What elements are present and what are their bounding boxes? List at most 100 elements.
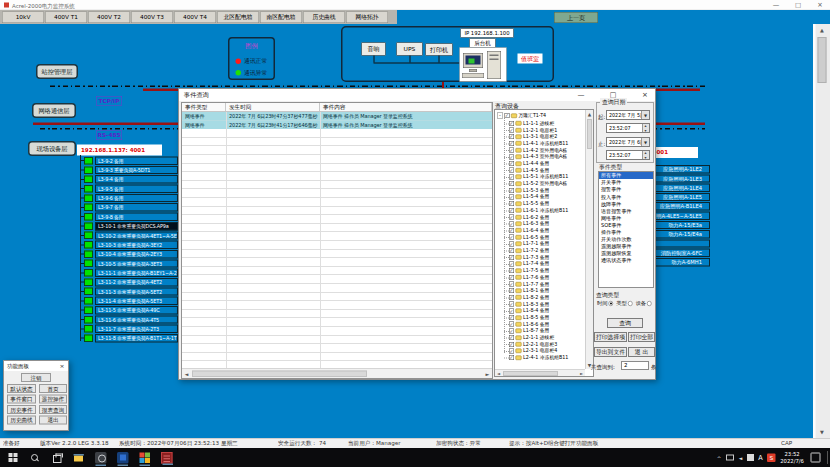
scroll-left-arrow[interactable]: ◄	[495, 371, 502, 377]
station-layer-button[interactable]: 站控管理层	[36, 64, 78, 79]
field-layer-button[interactable]: 现场设备层	[28, 141, 76, 156]
device-row[interactable]: L3-11-4 非常重要负荷A-5ET3	[80, 297, 178, 305]
scroll-thumb[interactable]	[503, 371, 558, 376]
device-row[interactable]: L3-11-8 非常重要负荷A-B1T1~A-1T1	[80, 334, 178, 342]
scroll-left-arrow[interactable]: ◄	[182, 370, 191, 379]
tree-node[interactable]: L1-8-2 备用	[497, 294, 585, 301]
taskbar-icon[interactable]	[95, 452, 107, 464]
collapse-icon[interactable]: -	[497, 113, 503, 119]
dropdown-arrow-icon[interactable]: ▼	[641, 111, 649, 119]
print-all-button[interactable]: 打印全部	[628, 332, 655, 342]
function-button[interactable]: 首页	[39, 384, 67, 393]
tree-node[interactable]: L1-5-3 备用	[497, 187, 585, 194]
checkbox-checked[interactable]	[509, 275, 514, 280]
tree-node[interactable]: L1-6-2 备用	[497, 214, 585, 221]
device-row[interactable]: L3-11-1 非常重要负荷A-B1EY1~A-2ET	[80, 269, 178, 277]
taskbar-icon[interactable]	[73, 452, 85, 464]
taskbar-icon[interactable]	[7, 452, 19, 464]
device-row[interactable]: L3-9-6 备用	[80, 194, 178, 202]
event-type-item[interactable]: 网络事件	[599, 215, 653, 222]
event-type-item[interactable]: 通讯状态事件	[599, 257, 653, 264]
checkbox-checked[interactable]	[509, 228, 514, 233]
taskbar-icon[interactable]	[29, 452, 41, 464]
device-row[interactable]: L3-11-7 非常重要负荷A-2T3	[80, 325, 178, 333]
dialog-minimize-icon[interactable]: —	[572, 89, 590, 101]
tree-node[interactable]: L1-8-1 备用	[497, 287, 585, 294]
device-row[interactable]: L3-10-3 非常重要负荷A-3EY2	[80, 241, 178, 249]
checkbox-checked[interactable]	[509, 295, 514, 300]
checkbox-checked[interactable]	[509, 215, 514, 220]
tree-node[interactable]: L2-4-1 冷冻机组B11	[497, 354, 585, 361]
checkbox-checked[interactable]	[509, 282, 514, 287]
event-type-item[interactable]: 遥测越限事件	[599, 243, 653, 250]
checkbox-checked[interactable]	[509, 328, 514, 333]
nav-tab[interactable]: 400V T2	[88, 11, 130, 23]
device-row[interactable]: L3-10-5 非常重要负荷A-3ET3	[80, 259, 178, 267]
device-row[interactable]: L3-11-6 非常重要负荷A-4T5	[80, 315, 178, 323]
tree-node[interactable]: L1-7-3 备用	[497, 254, 585, 261]
event-type-item[interactable]: 开关事件	[599, 179, 653, 186]
tree-node[interactable]: L1-5-5 备用	[497, 200, 585, 207]
checkbox-checked[interactable]	[509, 355, 514, 360]
nav-tab[interactable]: 10kV	[2, 11, 44, 23]
from-date-picker[interactable]: 2022年 7月 5日 ▼	[606, 110, 650, 120]
checkbox-checked[interactable]	[509, 235, 514, 240]
window-close-button[interactable]: ×	[811, 0, 829, 10]
notification-icon[interactable]	[811, 453, 821, 463]
function-button[interactable]: 历史曲线	[7, 416, 36, 425]
tree-node[interactable]: L1-8-3 备用	[497, 301, 585, 308]
nav-tab[interactable]: 网络拓扑	[346, 11, 388, 23]
checkbox-checked[interactable]	[509, 315, 514, 320]
function-button[interactable]: 报表查询	[39, 405, 67, 414]
sogou-ime-icon[interactable]: S	[767, 453, 776, 462]
tree-node[interactable]: L1-1-1 进线柜	[497, 120, 585, 127]
dialog-close-icon[interactable]: ×	[636, 89, 654, 101]
nav-tab[interactable]: 400V T4	[174, 11, 216, 23]
tree-node[interactable]: L1-7-6 备用	[497, 274, 585, 281]
scroll-thumb[interactable]	[587, 119, 592, 149]
checkbox-checked[interactable]	[509, 322, 514, 327]
device-row[interactable]: L3-11-5 非常重要负荷A-49C	[80, 306, 178, 314]
tray-expand-icon[interactable]: ^	[717, 454, 722, 461]
spinner-buttons[interactable]	[642, 124, 649, 132]
checkbox-checked[interactable]	[509, 302, 514, 307]
event-row[interactable]: 网络事件 2022年 7月 6日23时41分17秒646毫秒 网络事件 操作员 …	[182, 121, 492, 130]
tree-node[interactable]: L1-8-4 备用	[497, 307, 585, 314]
checkbox-checked[interactable]	[509, 154, 514, 159]
tree-node[interactable]: L1-5-1 冷冻机组B11	[497, 174, 585, 181]
tree-node[interactable]: L1-7-5 备用	[497, 267, 585, 274]
device-row[interactable]: L3-9-3 重要负荷A-5DT1	[80, 166, 178, 174]
taskbar-icon[interactable]	[161, 452, 173, 464]
checkbox-checked[interactable]	[509, 141, 514, 146]
tree-node[interactable]: L1-7-7 备用	[497, 281, 585, 288]
show-desktop-divider[interactable]	[827, 451, 828, 464]
network-layer-button[interactable]: 网络通信层	[32, 103, 76, 118]
device-row[interactable]: L3-9-2 备用	[80, 157, 178, 165]
scroll-down-arrow[interactable]: ▼	[816, 426, 829, 438]
checkbox-checked[interactable]	[509, 201, 514, 206]
tree-node[interactable]: L2-2-1 电容柜3	[497, 341, 585, 348]
radio-option[interactable]: 设备	[635, 300, 651, 307]
tree-node[interactable]: L1-8-5 备用	[497, 314, 585, 321]
scroll-up-arrow[interactable]: ▲	[816, 24, 829, 36]
dropdown-arrow-icon[interactable]: ▼	[641, 138, 649, 146]
nav-tab[interactable]: 南区配电箱	[260, 11, 302, 23]
query-button[interactable]: 查询	[607, 318, 643, 328]
tree-node[interactable]: L1-6-5 备用	[497, 234, 585, 241]
checkbox-checked[interactable]	[509, 261, 514, 266]
event-type-item[interactable]: 报警事件	[599, 186, 653, 193]
checkbox-checked[interactable]	[509, 161, 514, 166]
function-button[interactable]: 默认状态	[7, 384, 36, 393]
scroll-right-arrow[interactable]: ►	[483, 370, 492, 379]
nav-tab[interactable]: 400V T1	[45, 11, 87, 23]
tree-node[interactable]: L1-7-2 备用	[497, 247, 585, 254]
tree-node[interactable]: L1-6-1 冷冻机组B11	[497, 207, 585, 214]
nav-tab[interactable]: 北区配电箱	[217, 11, 259, 23]
scroll-up-arrow[interactable]: ▲	[586, 110, 593, 118]
table-horizontal-scrollbar[interactable]: ◄ ►	[182, 368, 492, 378]
tree-node[interactable]: L1-4-5 备用	[497, 167, 585, 174]
tree-node[interactable]: L2-3-1 电容柜4	[497, 348, 585, 355]
radio-option[interactable]: 时间	[597, 300, 613, 307]
back-button[interactable]: 上一页	[554, 12, 598, 23]
checkbox-checked[interactable]	[509, 248, 514, 253]
